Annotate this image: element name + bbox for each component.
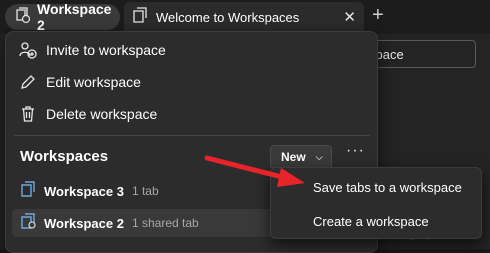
annotation-arrow	[204, 155, 305, 187]
